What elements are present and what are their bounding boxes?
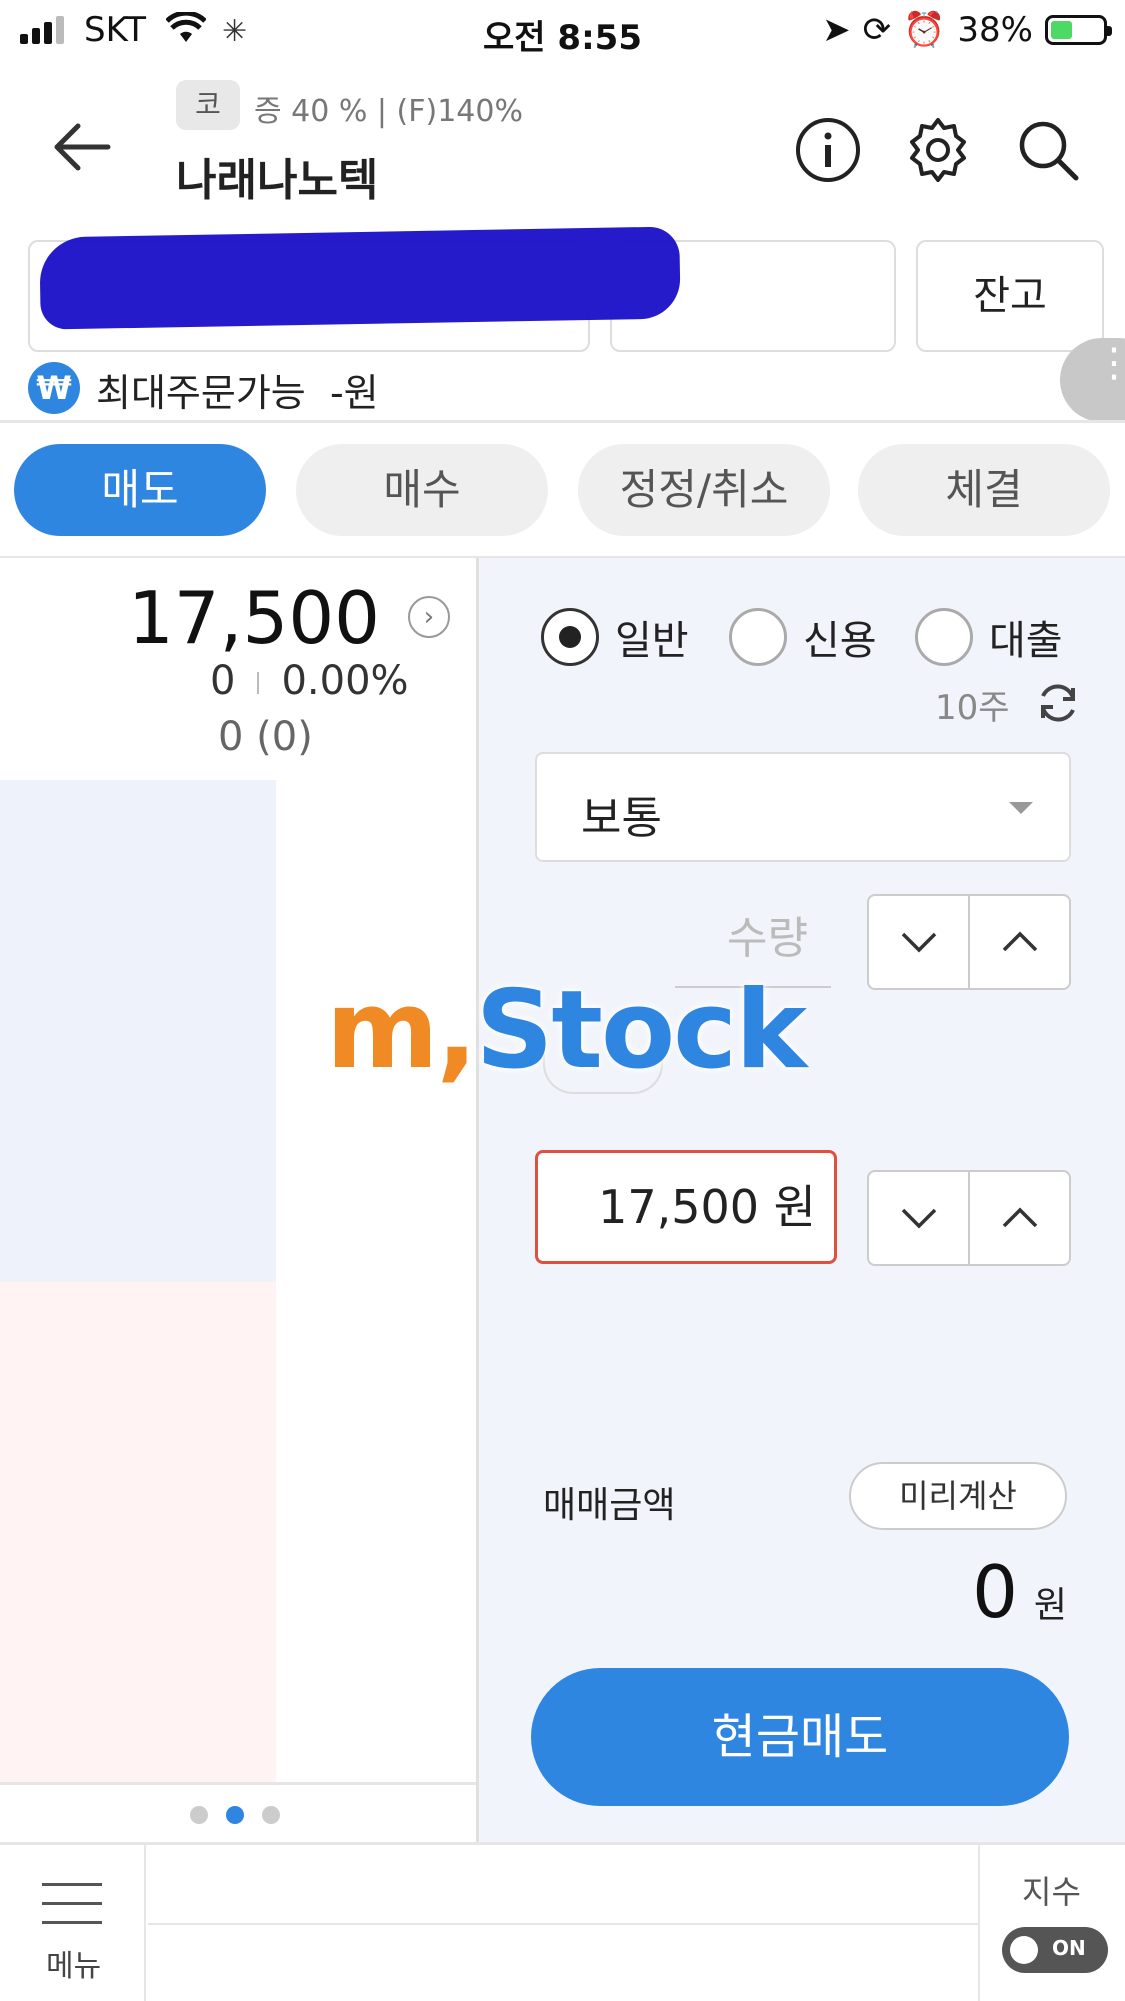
rotation-lock-icon: ⟳ (862, 10, 892, 50)
quantity-increase-button[interactable] (968, 896, 1069, 988)
order-type-value: 보통 (581, 793, 662, 844)
trade-amount-label: 매매금액 (543, 1485, 676, 1526)
info-icon[interactable] (794, 116, 862, 184)
chevron-up-icon (1002, 1207, 1037, 1228)
current-price: 17,500 (128, 576, 380, 660)
price-increase-button[interactable] (968, 1172, 1069, 1264)
chevron-right-icon[interactable]: › (408, 596, 450, 638)
chevron-down-icon (901, 932, 936, 953)
divider (0, 420, 1125, 423)
radio-general[interactable]: 일반 (541, 608, 689, 666)
radio-selected[interactable] (541, 608, 599, 666)
precalculate-button[interactable]: 미리계산 (849, 1462, 1067, 1530)
won-icon: ₩ (28, 362, 80, 414)
stock-name[interactable]: 나래나노텍 (176, 144, 378, 208)
radio-label: 일반 (615, 618, 689, 664)
quantity-decrease-button[interactable] (869, 896, 968, 988)
change-value: 0 (210, 658, 236, 704)
tab-buy[interactable]: 매수 (296, 444, 548, 536)
trade-amount-unit: 원 (1033, 1585, 1067, 1626)
cash-sell-button[interactable]: 현금매도 (531, 1668, 1069, 1806)
radio-unselected[interactable] (915, 608, 973, 666)
tab-executions[interactable]: 체결 (858, 444, 1110, 536)
radio-unselected[interactable] (729, 608, 787, 666)
holding-quantity: 10주 (935, 688, 1010, 728)
price-input[interactable]: 17,500 원 (535, 1150, 837, 1264)
price-change: 0 0.00% (210, 658, 409, 704)
more-vertical-icon: ⋮ (1094, 340, 1125, 386)
back-arrow-icon[interactable] (48, 112, 118, 182)
trade-amount: 0원 (972, 1550, 1067, 1634)
divider (0, 1782, 476, 1785)
chevron-up-icon (1002, 931, 1037, 952)
hamburger-icon (42, 1883, 102, 1940)
menu-button[interactable]: 메뉴 (0, 1845, 146, 2001)
max-order-available: 최대주문가능 -원 (96, 362, 379, 417)
refresh-icon[interactable] (1033, 678, 1083, 728)
max-order-label: 최대주문가능 (96, 371, 306, 415)
radio-label: 대출 (989, 618, 1063, 664)
radio-label: 신용 (803, 618, 877, 664)
battery-icon (1045, 15, 1112, 45)
status-bar: SKT ✳ 오전 8:55 ➤ ⟳ ⏰ 38% (0, 0, 1125, 62)
toggle-state: ON (1052, 1936, 1086, 1960)
toggle-knob (1010, 1936, 1038, 1964)
page-indicator[interactable] (190, 1806, 280, 1824)
bottom-bar: 메뉴 지수 ON (0, 1842, 1125, 2001)
location-arrow-icon: ➤ (822, 10, 851, 50)
radio-loan[interactable]: 대출 (915, 608, 1063, 666)
bid-orderbook[interactable] (0, 1282, 276, 1784)
chevron-down-icon (901, 1208, 936, 1229)
gear-icon[interactable] (904, 116, 972, 184)
alarm-icon: ⏰ (903, 10, 946, 50)
price-decrease-button[interactable] (869, 1172, 968, 1264)
quantity-label: 수량 (727, 913, 808, 964)
status-right-group: ➤ ⟳ ⏰ 38% (822, 10, 1112, 50)
index-ticker[interactable]: 지수 ON (978, 1845, 1125, 2001)
balance-button[interactable]: 잔고 (916, 240, 1104, 352)
tab-sell[interactable]: 매도 (14, 444, 266, 536)
dropdown-caret-icon (1009, 802, 1033, 814)
mstock-watermark-logo: m,Stock (326, 968, 807, 1093)
index-toggle[interactable]: ON (1002, 1927, 1108, 1973)
quote-panel: 17,500 › 0 0.00% 0 (0) (0, 558, 478, 1842)
ask-orderbook[interactable] (0, 780, 276, 1282)
ticker-divider (148, 1923, 978, 1925)
battery-percent: 38% (957, 10, 1033, 50)
market-badge: 코 (176, 80, 240, 130)
price-stepper[interactable] (867, 1170, 1071, 1266)
trade-volume: 0 (0) (218, 714, 313, 760)
quantity-stepper[interactable] (867, 894, 1071, 990)
trade-amount-value: 0 (972, 1550, 1018, 1634)
index-label: 지수 (1022, 1873, 1081, 1911)
margin-rate-info: 증 40 % | (F)140% (254, 94, 523, 129)
search-icon[interactable] (1014, 116, 1082, 184)
stock-header: 코 증 40 % | (F)140% 나래나노텍 (0, 62, 1125, 232)
order-type-select[interactable]: 보통 (535, 752, 1071, 862)
menu-label: 메뉴 (46, 1949, 102, 1984)
max-order-value: -원 (329, 371, 379, 415)
order-form: 일반 신용 대출 10주 보통 수량 17,500 원 매매금액 미리계산 0원… (479, 558, 1125, 1842)
radio-credit[interactable]: 신용 (729, 608, 877, 666)
change-rate: 0.00% (281, 658, 409, 704)
tab-modify-cancel[interactable]: 정정/취소 (578, 444, 830, 536)
redaction-scribble (39, 226, 681, 330)
